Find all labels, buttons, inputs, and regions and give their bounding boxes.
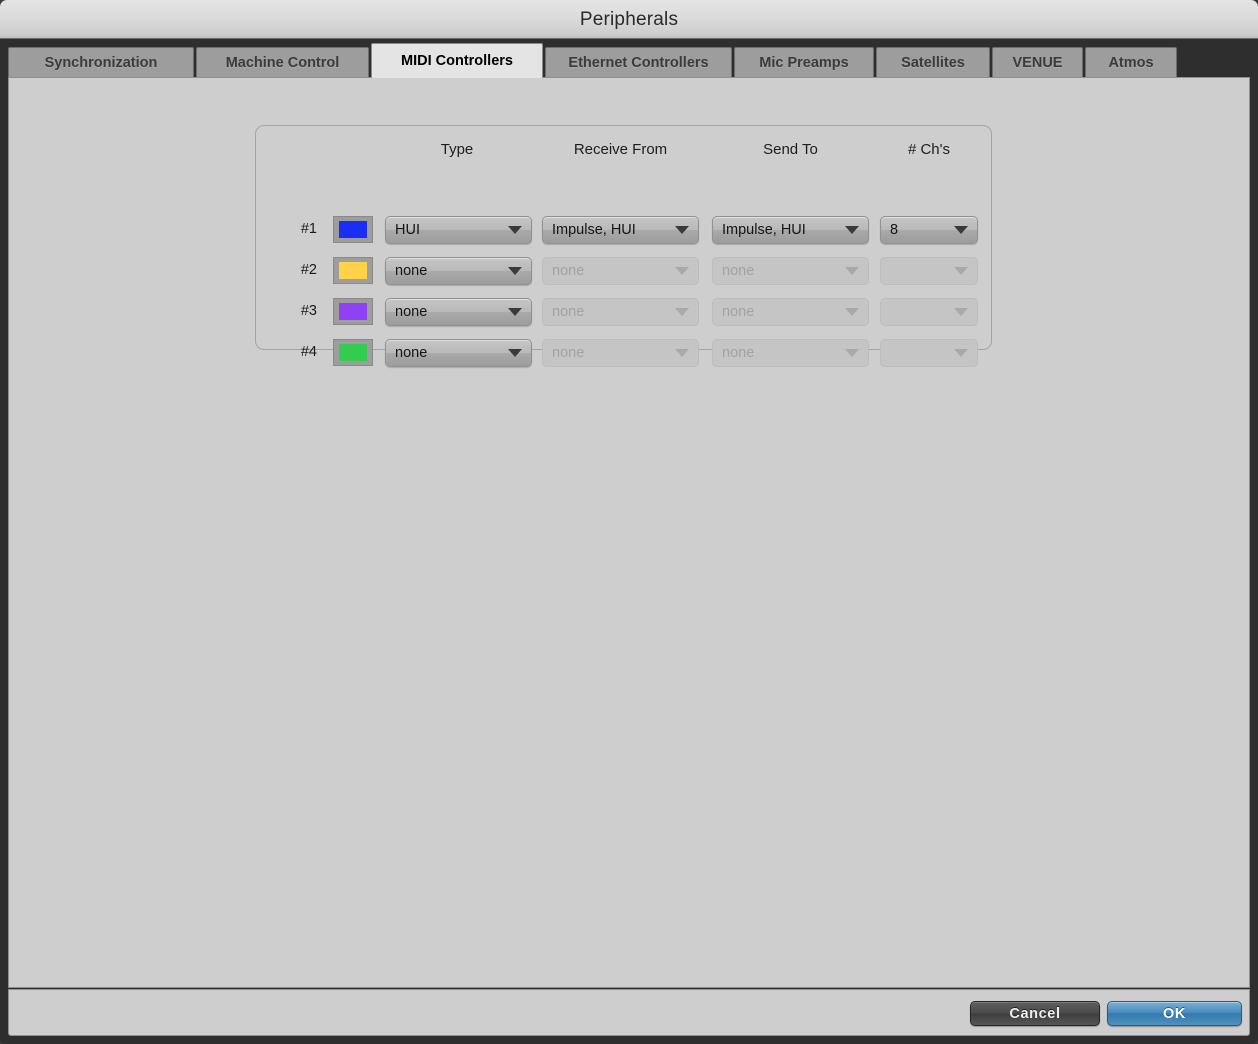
midi-controller-row: #4 none none none: [9, 339, 1009, 367]
channels-dropdown: [880, 257, 978, 285]
chevron-down-icon: [845, 349, 859, 357]
dialog-footer: Cancel OK: [8, 989, 1250, 1036]
receive-from-dropdown-value: Impulse, HUI: [552, 222, 636, 238]
window-title: Peripherals: [579, 9, 679, 30]
midi-controller-row: #2 none none none: [9, 257, 1009, 285]
controller-color-swatch[interactable]: [333, 339, 373, 366]
chevron-down-icon: [954, 226, 968, 234]
color-chip: [339, 303, 367, 320]
send-to-dropdown-value: none: [722, 304, 755, 320]
receive-from-dropdown: none: [542, 298, 699, 326]
type-dropdown[interactable]: none: [385, 257, 532, 285]
tab-synchronization[interactable]: Synchronization: [8, 47, 194, 78]
receive-from-dropdown: none: [542, 339, 699, 367]
controller-color-swatch[interactable]: [333, 257, 373, 284]
row-index-label: #1: [300, 221, 317, 237]
tab-atmos[interactable]: Atmos: [1085, 47, 1177, 78]
controller-color-swatch[interactable]: [333, 216, 373, 243]
chevron-down-icon: [845, 267, 859, 275]
midi-controller-row: #3 none none none: [9, 298, 1009, 326]
tab-ethernet-controllers[interactable]: Ethernet Controllers: [545, 47, 732, 78]
peripherals-dialog: Peripherals Synchronization Machine Contr…: [0, 0, 1258, 1044]
chevron-down-icon: [675, 226, 689, 234]
type-dropdown-value: none: [395, 263, 428, 279]
send-to-dropdown-value: none: [722, 263, 755, 279]
chevron-down-icon: [954, 267, 968, 275]
color-chip: [339, 221, 367, 238]
type-dropdown[interactable]: none: [385, 298, 532, 326]
send-to-dropdown-value: Impulse, HUI: [722, 222, 806, 238]
channels-dropdown[interactable]: 8: [880, 216, 978, 244]
tab-venue[interactable]: VENUE: [992, 47, 1083, 78]
chevron-down-icon: [508, 267, 522, 275]
chevron-down-icon: [675, 267, 689, 275]
column-header-channels: # Ch's: [907, 141, 951, 158]
tab-satellites[interactable]: Satellites: [876, 47, 990, 78]
tab-machine-control[interactable]: Machine Control: [196, 47, 369, 78]
channels-dropdown-value: 8: [890, 222, 899, 238]
color-chip: [339, 262, 367, 279]
receive-from-dropdown-value: none: [552, 304, 585, 320]
chevron-down-icon: [508, 308, 522, 316]
receive-from-dropdown-value: none: [552, 263, 585, 279]
chevron-down-icon: [954, 308, 968, 316]
chevron-down-icon: [845, 226, 859, 234]
tab-strip: Synchronization Machine Control MIDI Contr…: [8, 43, 1250, 78]
chevron-down-icon: [675, 308, 689, 316]
receive-from-dropdown[interactable]: Impulse, HUI: [542, 216, 699, 244]
chevron-down-icon: [845, 308, 859, 316]
column-header-type: Type: [440, 141, 474, 158]
type-dropdown-value: HUI: [395, 222, 420, 238]
tab-mic-preamps[interactable]: Mic Preamps: [734, 47, 874, 78]
channels-dropdown: [880, 339, 978, 367]
dialog-frame: Synchronization Machine Control MIDI Contr…: [0, 39, 1258, 1044]
send-to-dropdown-value: none: [722, 345, 755, 361]
row-index-label: #3: [300, 303, 317, 319]
chevron-down-icon: [508, 349, 522, 357]
row-index-label: #2: [300, 262, 317, 278]
channels-dropdown: [880, 298, 978, 326]
midi-controller-row: #1 HUI Impulse, HUI Impulse, HUI 8: [9, 216, 1009, 244]
tab-content-midi-controllers: Type Receive From Send To # Ch's #1 HUI Im…: [8, 77, 1250, 988]
row-index-label: #4: [300, 344, 317, 360]
type-dropdown[interactable]: none: [385, 339, 532, 367]
color-chip: [339, 344, 367, 361]
tab-midi-controllers[interactable]: MIDI Controllers: [371, 43, 543, 78]
receive-from-dropdown-value: none: [552, 345, 585, 361]
send-to-dropdown: none: [712, 257, 869, 285]
controller-color-swatch[interactable]: [333, 298, 373, 325]
window-titlebar: Peripherals: [0, 0, 1258, 39]
chevron-down-icon: [954, 349, 968, 357]
column-header-send-to: Send To: [763, 141, 818, 158]
type-dropdown-value: none: [395, 345, 428, 361]
type-dropdown-value: none: [395, 304, 428, 320]
send-to-dropdown: none: [712, 298, 869, 326]
chevron-down-icon: [675, 349, 689, 357]
column-header-receive-from: Receive From: [573, 141, 668, 158]
send-to-dropdown[interactable]: Impulse, HUI: [712, 216, 869, 244]
send-to-dropdown: none: [712, 339, 869, 367]
type-dropdown[interactable]: HUI: [385, 216, 532, 244]
ok-button[interactable]: OK: [1107, 1001, 1242, 1026]
cancel-button[interactable]: Cancel: [970, 1001, 1100, 1026]
chevron-down-icon: [508, 226, 522, 234]
receive-from-dropdown: none: [542, 257, 699, 285]
